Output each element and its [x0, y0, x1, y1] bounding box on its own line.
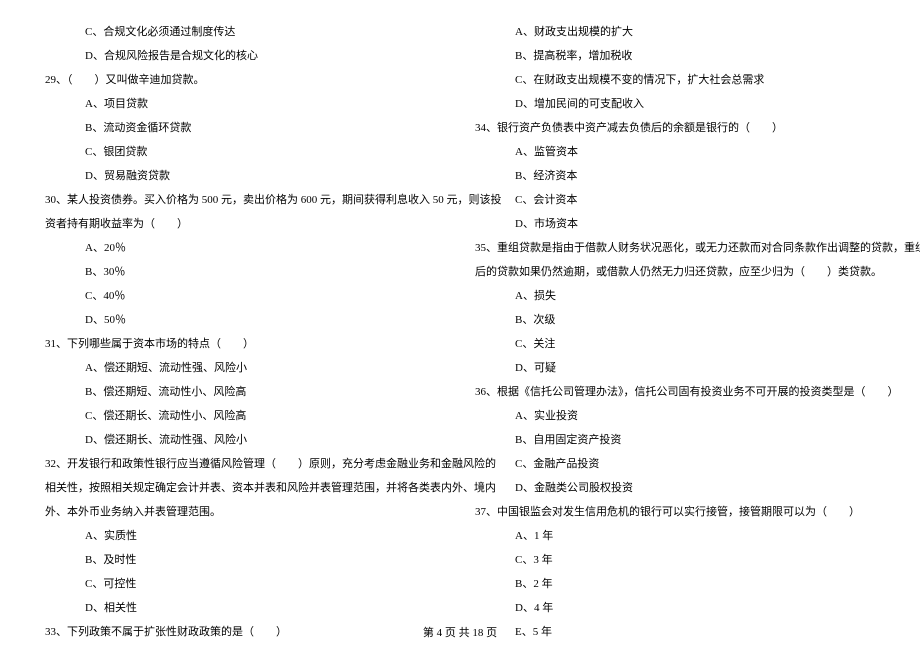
- q30-option-d: D、50％: [45, 308, 445, 332]
- q34-option-c: C、会计资本: [475, 188, 875, 212]
- q31-stem: 31、下列哪些属于资本市场的特点（ ）: [45, 332, 445, 356]
- q35-stem-line1: 35、重组贷款是指由于借款人财务状况恶化，或无力还款而对合同条款作出调整的贷款，…: [475, 236, 875, 260]
- q33-option-c: C、在财政支出规模不变的情况下，扩大社会总需求: [475, 68, 875, 92]
- q36-option-d: D、金融类公司股权投资: [475, 476, 875, 500]
- q32-option-a: A、实质性: [45, 524, 445, 548]
- q32-option-d: D、相关性: [45, 596, 445, 620]
- q29-option-d: D、贸易融资贷款: [45, 164, 445, 188]
- q31-option-a: A、偿还期短、流动性强、风险小: [45, 356, 445, 380]
- q30-option-a: A、20％: [45, 236, 445, 260]
- q30-stem-line1: 30、某人投资债券。买入价格为 500 元，卖出价格为 600 元，期间获得利息…: [45, 188, 445, 212]
- q33-option-b: B、提高税率，增加税收: [475, 44, 875, 68]
- q31-option-b: B、偿还期短、流动性小、风险高: [45, 380, 445, 404]
- q34-stem: 34、银行资产负债表中资产减去负债后的余额是银行的（ ）: [475, 116, 875, 140]
- q32-stem-line2: 相关性，按照相关规定确定会计并表、资本并表和风险并表管理范围，并将各类表内外、境…: [45, 476, 445, 500]
- q32-stem-line1: 32、开发银行和政策性银行应当遵循风险管理（ ）原则，充分考虑金融业务和金融风险…: [45, 452, 445, 476]
- q32-option-b: B、及时性: [45, 548, 445, 572]
- q32-option-c: C、可控性: [45, 572, 445, 596]
- q30-option-c: C、40％: [45, 284, 445, 308]
- q37-option-c: C、3 年: [475, 548, 875, 572]
- q37-option-a: A、1 年: [475, 524, 875, 548]
- q33-option-a: A、财政支出规模的扩大: [475, 20, 875, 44]
- q34-option-b: B、经济资本: [475, 164, 875, 188]
- q36-stem: 36、根据《信托公司管理办法》，信托公司固有投资业务不可开展的投资类型是（ ）: [475, 380, 875, 404]
- q34-option-a: A、监管资本: [475, 140, 875, 164]
- q29-option-a: A、项目贷款: [45, 92, 445, 116]
- q35-option-d: D、可疑: [475, 356, 875, 380]
- q29-stem: 29、（ ）又叫做辛迪加贷款。: [45, 68, 445, 92]
- right-column: A、财政支出规模的扩大 B、提高税率，增加税收 C、在财政支出规模不变的情况下，…: [460, 20, 890, 620]
- q37-option-b: B、2 年: [475, 572, 875, 596]
- q28-option-c: C、合规文化必须通过制度传达: [45, 20, 445, 44]
- q37-option-d: D、4 年: [475, 596, 875, 620]
- q28-option-d: D、合规风险报告是合规文化的核心: [45, 44, 445, 68]
- q34-option-d: D、市场资本: [475, 212, 875, 236]
- q36-option-b: B、自用固定资产投资: [475, 428, 875, 452]
- q36-option-a: A、实业投资: [475, 404, 875, 428]
- q31-option-c: C、偿还期长、流动性小、风险高: [45, 404, 445, 428]
- left-column: C、合规文化必须通过制度传达 D、合规风险报告是合规文化的核心 29、（ ）又叫…: [30, 20, 460, 620]
- q36-option-c: C、金融产品投资: [475, 452, 875, 476]
- q30-option-b: B、30％: [45, 260, 445, 284]
- q31-option-d: D、偿还期长、流动性强、风险小: [45, 428, 445, 452]
- page-footer: 第 4 页 共 18 页: [0, 624, 920, 640]
- q30-stem-line2: 资者持有期收益率为（ ）: [45, 212, 445, 236]
- q33-option-d: D、增加民间的可支配收入: [475, 92, 875, 116]
- page-container: C、合规文化必须通过制度传达 D、合规风险报告是合规文化的核心 29、（ ）又叫…: [0, 0, 920, 650]
- q29-option-b: B、流动资金循环贷款: [45, 116, 445, 140]
- q37-stem: 37、中国银监会对发生信用危机的银行可以实行接管，接管期限可以为（ ）: [475, 500, 875, 524]
- q32-stem-line3: 外、本外币业务纳入并表管理范围。: [45, 500, 445, 524]
- q35-option-b: B、次级: [475, 308, 875, 332]
- q35-option-c: C、关注: [475, 332, 875, 356]
- q35-stem-line2: 后的贷款如果仍然逾期，或借款人仍然无力归还贷款，应至少归为（ ）类贷款。: [475, 260, 875, 284]
- q29-option-c: C、银团贷款: [45, 140, 445, 164]
- q35-option-a: A、损失: [475, 284, 875, 308]
